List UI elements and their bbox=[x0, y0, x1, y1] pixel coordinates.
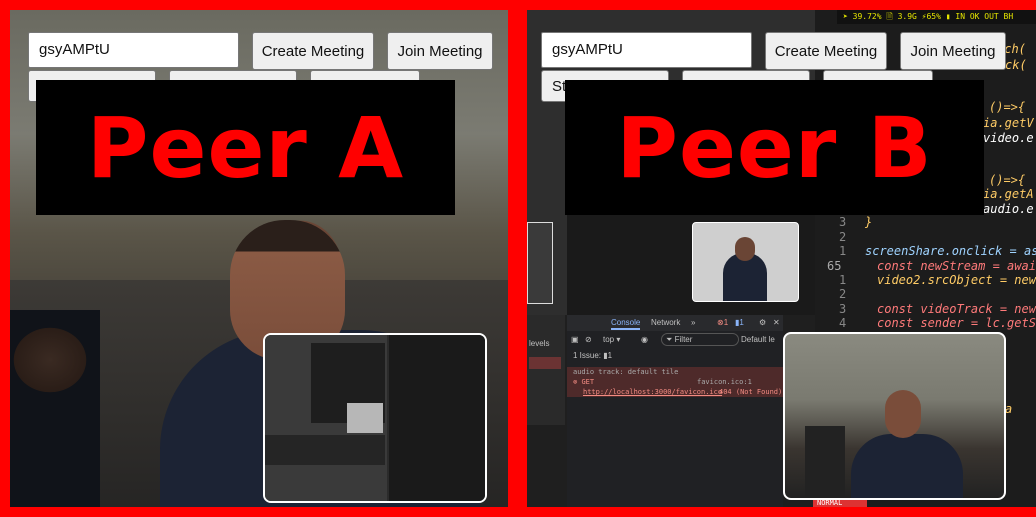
preview-background-person bbox=[805, 426, 845, 498]
line-number: 65 bbox=[827, 259, 842, 273]
line-number: 3 bbox=[839, 215, 847, 229]
code-line: } bbox=[865, 215, 873, 229]
peer-a-video-pane: gsyAMPtU Create Meeting Join Meeting Pee… bbox=[10, 10, 508, 507]
error-count-badge[interactable]: ⊗1 bbox=[717, 315, 728, 331]
filter-input[interactable]: ⏷ Filter bbox=[661, 333, 739, 346]
devtools-sidebar: levels bbox=[527, 315, 565, 425]
error-method: ⊗ GET bbox=[573, 378, 595, 386]
context-selector[interactable]: top ▾ bbox=[603, 333, 620, 347]
system-status-bar: ➤ 39.72% 🗎 3.9G ⚡65% ▮ IN OK OUT BH bbox=[837, 10, 1036, 24]
issues-link[interactable]: 1 Issue: ▮1 bbox=[573, 351, 612, 360]
tab-more[interactable]: » bbox=[691, 315, 695, 331]
code-line: const newStream = await bbox=[877, 259, 1036, 273]
captured-person-head bbox=[735, 237, 755, 261]
tab-console[interactable]: Console bbox=[611, 315, 641, 330]
code-line: video.e bbox=[983, 131, 1034, 145]
line-number: 1 bbox=[839, 244, 847, 258]
code-line: ck( bbox=[1005, 58, 1027, 72]
levels-label: levels bbox=[529, 339, 550, 348]
eye-icon[interactable]: ◉ bbox=[641, 333, 648, 347]
create-meeting-button[interactable]: Create Meeting bbox=[765, 32, 887, 70]
context-label: top bbox=[603, 335, 615, 344]
preview-person-shirt bbox=[851, 434, 963, 498]
code-line: ()=>{ bbox=[989, 173, 1026, 187]
peer-b-label: Peer B bbox=[565, 80, 984, 215]
line-number: 3 bbox=[839, 302, 847, 316]
clear-console-icon[interactable]: ⊘ bbox=[585, 333, 592, 347]
mini-video bbox=[347, 403, 383, 433]
console-error-row: audio track: default tile ⊗ GET favicon.… bbox=[567, 367, 783, 397]
error-marker bbox=[529, 357, 561, 369]
filter-placeholder: Filter bbox=[674, 335, 693, 344]
line-number: 2 bbox=[839, 230, 847, 244]
line-number: 4 bbox=[839, 316, 847, 330]
background-person bbox=[10, 310, 100, 507]
preview-person-head bbox=[885, 390, 921, 438]
tab-network[interactable]: Network bbox=[651, 315, 680, 331]
line-number: 1 bbox=[839, 273, 847, 287]
line-number: 2 bbox=[839, 287, 847, 301]
settings-icon[interactable]: ⚙ bbox=[759, 315, 766, 331]
code-line: screenShare.onclick = asyn bbox=[865, 244, 1036, 258]
peer-a-label: Peer A bbox=[36, 80, 455, 215]
join-meeting-button[interactable]: Join Meeting bbox=[387, 32, 493, 70]
code-line: ()=>{ bbox=[989, 100, 1026, 114]
devtools-panel: Console Network » ⊗1 ▮1 ⚙ ✕ ▣ ⊘ top ▾ ◉ … bbox=[567, 315, 783, 507]
code-line: a bbox=[1005, 402, 1013, 416]
sidebar-toggle-icon[interactable]: ▣ bbox=[571, 333, 579, 347]
captured-thumbnail bbox=[527, 222, 553, 304]
devtools-tabs: Console Network » ⊗1 ▮1 ⚙ ✕ bbox=[567, 315, 783, 331]
error-status: 404 (Not Found) bbox=[719, 388, 783, 396]
peer-b-video-pane: ➤ 39.72% 🗎 3.9G ⚡65% ▮ IN OK OUT BH nch(… bbox=[527, 10, 1036, 507]
previous-log: audio track: default tile bbox=[573, 368, 679, 376]
create-meeting-button[interactable]: Create Meeting bbox=[252, 32, 374, 70]
issue-count-badge[interactable]: ▮1 bbox=[735, 315, 744, 331]
close-icon[interactable]: ✕ bbox=[773, 315, 780, 331]
meeting-id-input[interactable]: gsyAMPtU bbox=[541, 32, 752, 68]
code-line: ia.getA bbox=[983, 187, 1034, 201]
console-toolbar: ▣ ⊘ top ▾ ◉ ⏷ Filter Default le bbox=[567, 333, 783, 347]
error-url[interactable]: http://localhost:3000/favicon.ico bbox=[583, 387, 722, 397]
error-source-link[interactable]: favicon.ico:1 bbox=[697, 377, 752, 387]
code-line: const sender = lc.getSen bbox=[877, 316, 1036, 330]
mini-console bbox=[265, 435, 385, 465]
issue-count: 1 bbox=[739, 318, 744, 327]
code-line: ia.getV bbox=[983, 116, 1034, 130]
meeting-id-input[interactable]: gsyAMPtU bbox=[28, 32, 239, 68]
vim-mode-indicator: NORMAL bbox=[813, 500, 867, 507]
levels-dropdown[interactable]: Default le bbox=[741, 333, 775, 347]
join-meeting-button[interactable]: Join Meeting bbox=[900, 32, 1006, 70]
error-method-text: GET bbox=[581, 378, 595, 386]
code-line: const videoTrack = newSt bbox=[877, 302, 1036, 316]
local-camera-preview bbox=[783, 332, 1006, 500]
mini-code bbox=[389, 335, 485, 501]
screen-share-preview bbox=[263, 333, 487, 503]
code-line: audio.e bbox=[983, 202, 1034, 216]
captured-video-thumbnail bbox=[692, 222, 799, 302]
error-count: 1 bbox=[723, 318, 729, 327]
code-line: video2.srcObject = newSt bbox=[877, 273, 1036, 287]
